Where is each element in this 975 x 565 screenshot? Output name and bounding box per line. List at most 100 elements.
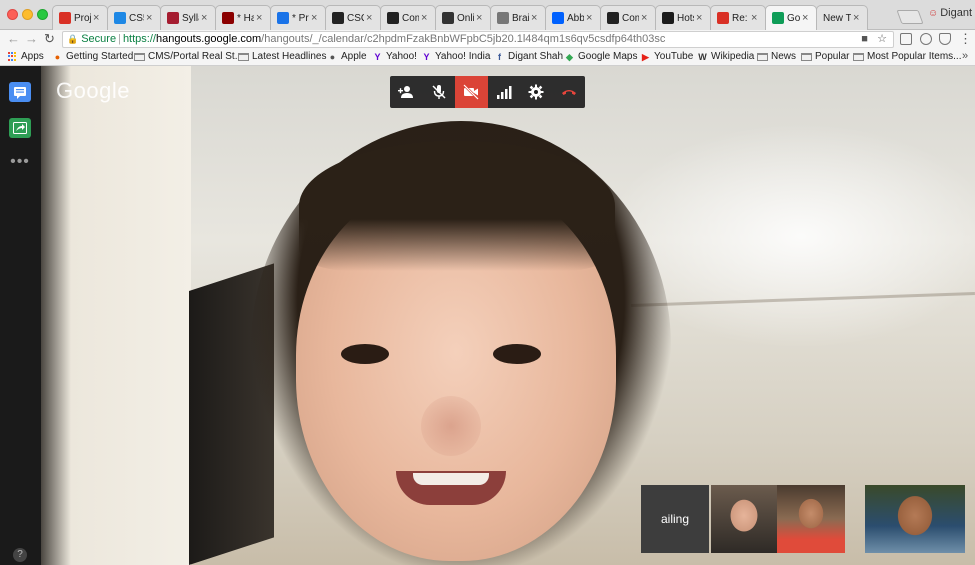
tab-close-icon[interactable]: × bbox=[641, 12, 651, 24]
window-close-button[interactable] bbox=[7, 9, 18, 20]
signal-bars-icon bbox=[496, 86, 512, 99]
d-icon bbox=[442, 12, 454, 24]
chat-icon[interactable] bbox=[9, 82, 31, 102]
forward-icon[interactable]: → bbox=[25, 31, 38, 47]
tab-close-icon[interactable]: × bbox=[476, 12, 486, 24]
participant-eye bbox=[341, 344, 389, 364]
browser-tab[interactable]: New Tab× bbox=[816, 5, 868, 30]
tab-strip: Proje×CS50×Sylla×* Har×* Pro×CSCI×Com×On… bbox=[0, 0, 975, 30]
tab-title: Go bbox=[787, 12, 800, 24]
back-icon[interactable]: ← bbox=[7, 31, 20, 47]
tab-close-icon[interactable]: × bbox=[586, 12, 596, 24]
browser-tab[interactable]: Abbo× bbox=[545, 5, 601, 30]
browser-tab[interactable]: Onlin× bbox=[435, 5, 491, 30]
browser-tab[interactable]: * Pro× bbox=[270, 5, 326, 30]
bookmark-item[interactable]: ◆ Google Maps bbox=[564, 51, 637, 62]
camera-in-use-icon[interactable]: ■ bbox=[861, 33, 868, 45]
tab-close-icon[interactable]: × bbox=[751, 12, 761, 24]
browser-tab[interactable]: Brain× bbox=[490, 5, 546, 30]
hang-up-button[interactable] bbox=[553, 76, 586, 108]
maps-icon: ◆ bbox=[566, 51, 573, 62]
wikipedia-icon: W bbox=[698, 51, 707, 62]
bookmark-item[interactable]: f Digant Shah bbox=[494, 51, 563, 62]
browser-tab[interactable]: Hots× bbox=[655, 5, 711, 30]
bookmark-item[interactable]: Y Yahoo! bbox=[372, 51, 416, 62]
tab-close-icon[interactable]: × bbox=[421, 12, 431, 24]
video-background bbox=[631, 291, 975, 308]
tab-close-icon[interactable]: × bbox=[201, 12, 211, 24]
tab-close-icon[interactable]: × bbox=[696, 12, 706, 24]
tab-close-icon[interactable]: × bbox=[146, 12, 156, 24]
bookmark-item[interactable]: ● Getting Started bbox=[52, 51, 133, 62]
bookmark-item[interactable]: News bbox=[757, 51, 796, 62]
folder-icon bbox=[238, 52, 249, 61]
screen-share-icon[interactable] bbox=[9, 118, 31, 138]
participant-tile[interactable] bbox=[777, 485, 845, 553]
url-scheme: https:// bbox=[122, 33, 156, 45]
tab-close-icon[interactable]: × bbox=[802, 12, 812, 24]
participant-tile[interactable] bbox=[865, 485, 965, 553]
participant-tile[interactable]: ailing bbox=[641, 485, 709, 553]
bookmark-star-icon[interactable]: ☆ bbox=[877, 33, 887, 45]
extension-icon[interactable] bbox=[900, 33, 912, 45]
camera-off-button[interactable] bbox=[455, 76, 488, 108]
bookmark-item[interactable]: Most Popular Items... bbox=[853, 51, 961, 62]
browser-tab[interactable]: Com× bbox=[380, 5, 436, 30]
bookmark-item[interactable]: ▶ YouTube bbox=[640, 51, 693, 62]
tab-close-icon[interactable]: × bbox=[311, 12, 321, 24]
bookmark-item[interactable]: Y Yahoo! India bbox=[421, 51, 490, 62]
shield-icon[interactable] bbox=[939, 33, 951, 45]
help-icon[interactable]: ? bbox=[13, 548, 27, 562]
address-bar[interactable]: 🔒 Secure | https://hangouts.google.com/hang… bbox=[62, 31, 894, 48]
tab-close-icon[interactable]: × bbox=[853, 12, 863, 24]
window-minimize-button[interactable] bbox=[22, 9, 33, 20]
bookmark-item[interactable]: ● Apple bbox=[327, 51, 367, 62]
tab-close-icon[interactable]: × bbox=[366, 12, 376, 24]
reload-icon[interactable]: ↻ bbox=[44, 31, 55, 47]
tab-title: Re: I bbox=[732, 12, 749, 24]
bookmark-item[interactable]: Latest Headlines bbox=[238, 51, 327, 62]
profile-icon: ☺ bbox=[928, 8, 939, 19]
tab-close-icon[interactable]: × bbox=[93, 12, 103, 24]
participant-bangs bbox=[299, 141, 615, 271]
bookmark-label: Popular bbox=[815, 51, 850, 62]
browser-tab[interactable]: CS50× bbox=[107, 5, 161, 30]
settings-button[interactable] bbox=[520, 76, 553, 108]
bookmark-item[interactable]: Popular bbox=[801, 51, 849, 62]
browser-tab[interactable]: Go × bbox=[765, 5, 817, 30]
gear-icon bbox=[528, 84, 544, 100]
tab-close-icon[interactable]: × bbox=[256, 12, 266, 24]
url-path: /hangouts/_/calendar/c2hpdmFzakBnbWFpbC5… bbox=[261, 33, 666, 45]
cs50-icon bbox=[114, 12, 126, 24]
more-options-icon[interactable]: ••• bbox=[9, 152, 31, 172]
facebook-icon: f bbox=[498, 51, 501, 62]
bookmark-label: Most Popular Items... bbox=[867, 51, 962, 62]
browser-tab[interactable]: Sylla× bbox=[160, 5, 216, 30]
browser-tab[interactable]: CSCI× bbox=[325, 5, 381, 30]
browser-tab[interactable]: Re: I× bbox=[710, 5, 766, 30]
bookmarks-overflow-icon[interactable]: » bbox=[962, 50, 968, 62]
extension-icon[interactable] bbox=[920, 33, 932, 45]
participant-tile[interactable] bbox=[711, 485, 777, 553]
mute-mic-button[interactable] bbox=[423, 76, 456, 108]
participant-teeth bbox=[413, 473, 489, 485]
firefox-icon: ● bbox=[54, 51, 61, 62]
bandwidth-button[interactable] bbox=[488, 76, 521, 108]
new-tab-button[interactable] bbox=[896, 10, 924, 24]
bookmark-item[interactable]: W Wikipedia bbox=[697, 51, 754, 62]
bookmark-label: Apps bbox=[21, 51, 44, 62]
bookmark-item[interactable]: Apps bbox=[8, 51, 44, 62]
browser-tab[interactable]: Proje× bbox=[52, 5, 108, 30]
browser-menu-icon[interactable]: ⋮ bbox=[959, 31, 972, 47]
github-icon bbox=[607, 12, 619, 24]
profile-button[interactable]: ☺ Digant bbox=[928, 7, 972, 19]
tab-close-icon[interactable]: × bbox=[531, 12, 541, 24]
bookmark-label: Digant Shah bbox=[508, 51, 564, 62]
github-icon bbox=[387, 12, 399, 24]
add-person-button[interactable] bbox=[390, 76, 423, 108]
browser-tab[interactable]: Com× bbox=[600, 5, 656, 30]
window-zoom-button[interactable] bbox=[37, 9, 48, 20]
gmail-icon bbox=[717, 12, 729, 24]
bookmark-item[interactable]: CMS/Portal Real St... bbox=[134, 51, 243, 62]
browser-tab[interactable]: * Har× bbox=[215, 5, 271, 30]
